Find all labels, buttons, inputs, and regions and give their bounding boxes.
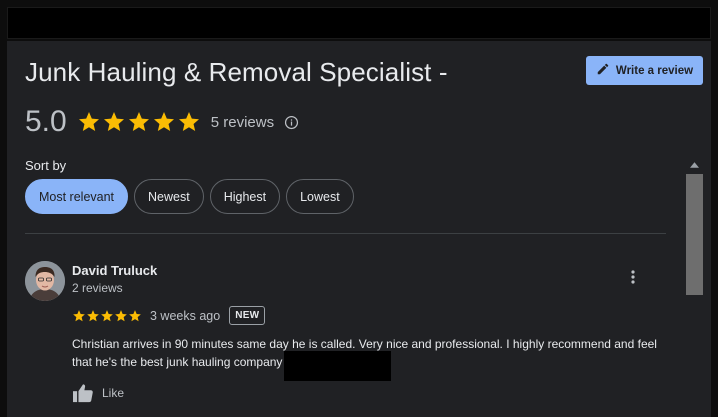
sort-label: Sort by <box>25 158 67 173</box>
reviewer-name[interactable]: David Truluck <box>72 263 157 278</box>
star-icon <box>73 309 85 321</box>
sort-chip-lowest[interactable]: Lowest <box>286 179 354 214</box>
write-review-label: Write a review <box>615 64 694 77</box>
like-button[interactable]: Like <box>72 383 124 403</box>
sort-chips: Most relevant Newest Highest Lowest <box>25 179 354 214</box>
star-icon <box>128 112 149 131</box>
review-stars <box>72 309 142 323</box>
sort-chip-most-relevant[interactable]: Most relevant <box>25 179 129 214</box>
pencil-icon <box>596 62 610 79</box>
review-count: 5 reviews <box>210 113 275 131</box>
divider <box>25 233 666 234</box>
star-icon <box>178 112 199 131</box>
scrollbar-thumb[interactable] <box>686 174 703 295</box>
redacted-block <box>284 351 392 381</box>
star-icon <box>78 112 99 131</box>
like-label: Like <box>102 386 125 400</box>
avatar[interactable] <box>25 261 65 301</box>
star-icon <box>115 309 127 321</box>
star-icon <box>103 112 124 131</box>
scroll-up-arrow-icon[interactable] <box>686 157 703 173</box>
reviews-panel: Junk Hauling & Removal Specialist - Writ… <box>7 41 711 417</box>
star-icon <box>101 309 113 321</box>
average-rating: 5.0 <box>25 105 67 138</box>
review-meta: 3 weeks ago NEW <box>72 305 266 326</box>
rating-stars <box>77 110 201 134</box>
thumbs-up-icon <box>73 384 93 403</box>
scrollbar[interactable] <box>686 157 703 417</box>
rating-summary: 5.0 5 reviews <box>25 103 299 141</box>
star-icon <box>87 309 99 321</box>
reviewer-review-count: 2 reviews <box>72 281 123 295</box>
write-review-button[interactable]: Write a review <box>586 56 703 85</box>
sort-chip-newest[interactable]: Newest <box>134 179 204 214</box>
top-bar-redacted <box>7 7 711 39</box>
review-text: Christian arrives in 90 minutes same day… <box>72 335 672 381</box>
business-title: Junk Hauling & Removal Specialist - <box>25 57 448 87</box>
more-options-icon[interactable] <box>623 267 643 287</box>
star-icon <box>153 112 174 131</box>
new-badge: NEW <box>229 306 266 325</box>
sort-chip-highest[interactable]: Highest <box>209 179 281 214</box>
info-icon[interactable] <box>284 115 299 130</box>
star-icon <box>129 309 141 321</box>
review-time: 3 weeks ago <box>150 308 221 323</box>
